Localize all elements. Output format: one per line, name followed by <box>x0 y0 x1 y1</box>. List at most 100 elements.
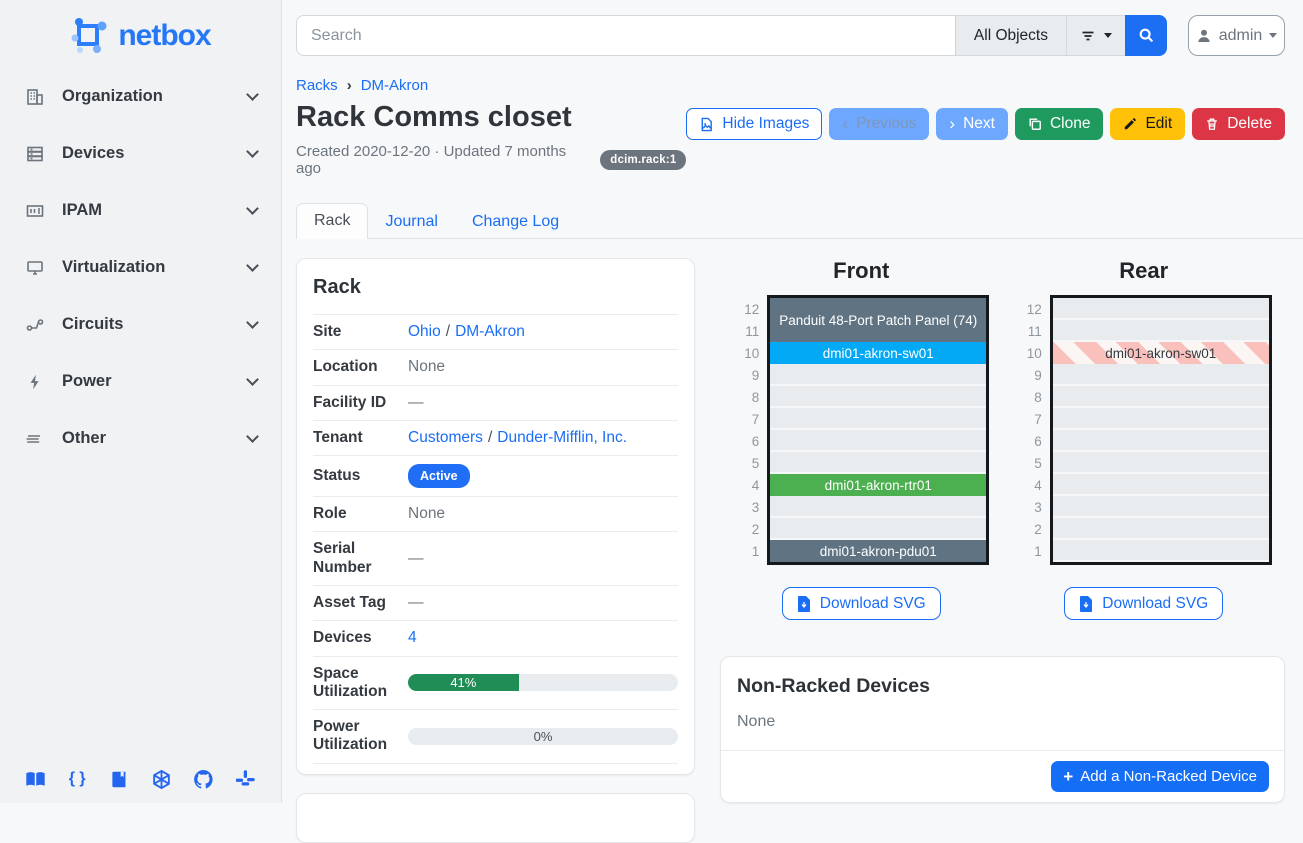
empty-rack-unit[interactable] <box>770 430 986 452</box>
username-label: admin <box>1219 27 1263 45</box>
download-file-icon <box>797 596 811 612</box>
table-row-serial-number: Serial Number — <box>313 532 678 586</box>
empty-rack-unit[interactable] <box>1053 408 1269 430</box>
devices-count-link[interactable]: 4 <box>408 629 417 647</box>
edit-button[interactable]: Edit <box>1110 108 1185 140</box>
empty-rack-unit[interactable] <box>1053 518 1269 540</box>
trash-icon <box>1205 117 1219 131</box>
hide-images-label: Hide Images <box>722 115 809 133</box>
empty-rack-unit[interactable] <box>770 518 986 540</box>
object-id-badge: dcim.rack:1 <box>600 150 686 170</box>
docs-icon[interactable] <box>24 768 46 790</box>
github-icon[interactable] <box>193 768 215 790</box>
empty-rack-unit[interactable] <box>770 364 986 386</box>
pencil-icon <box>1123 117 1137 131</box>
empty-rack-unit[interactable] <box>1053 452 1269 474</box>
sidebar-nav: Organization Devices IPAM <box>0 76 281 459</box>
sidebar-item-other[interactable]: Other <box>24 418 263 459</box>
slack-icon[interactable] <box>235 768 257 790</box>
sidebar-item-label: Organization <box>62 87 248 106</box>
empty-rack-unit[interactable] <box>1053 430 1269 452</box>
community-icon[interactable] <box>151 768 173 790</box>
unit-label: 7 <box>733 408 759 430</box>
rack-elevations: Front 12 11 10 9 8 7 6 5 4 3 <box>720 258 1285 620</box>
row-label: Status <box>313 467 408 485</box>
tab-journal[interactable]: Journal <box>368 205 454 239</box>
row-label: Role <box>313 505 408 523</box>
ip-address-icon <box>24 200 46 222</box>
empty-rack-unit[interactable] <box>770 496 986 518</box>
breadcrumb-racks[interactable]: Racks <box>296 77 338 94</box>
clone-button[interactable]: Clone <box>1015 108 1104 140</box>
breadcrumb-dm-akron[interactable]: DM-Akron <box>361 77 429 94</box>
sidebar-item-label: Circuits <box>62 315 248 334</box>
next-button[interactable]: › Next <box>936 108 1008 140</box>
empty-rack-unit[interactable] <box>1053 386 1269 408</box>
search-submit-button[interactable] <box>1125 15 1167 56</box>
netbox-logo[interactable]: netbox <box>0 14 281 58</box>
rack-device-sw01-front[interactable]: dmi01-akron-sw01 <box>770 342 986 364</box>
search-input[interactable] <box>296 15 955 56</box>
chevron-down-icon <box>246 373 259 386</box>
previous-button[interactable]: ‹ Previous <box>829 108 929 140</box>
api-braces-icon[interactable]: { } <box>66 768 88 790</box>
search-filter-button[interactable] <box>1066 15 1125 56</box>
rack-device-pdu01[interactable]: dmi01-akron-pdu01 <box>770 540 986 562</box>
user-menu-button[interactable]: admin <box>1188 15 1285 56</box>
sidebar-item-power[interactable]: Power <box>24 361 263 402</box>
sidebar-item-circuits[interactable]: Circuits <box>24 304 263 345</box>
page-title: Rack Comms closet <box>296 98 686 136</box>
tenant-group-link[interactable]: Customers <box>408 429 483 447</box>
sidebar-footer: { } <box>0 768 281 790</box>
tab-rack[interactable]: Rack <box>296 203 368 239</box>
panel-title: Rack <box>313 276 678 299</box>
site-group-link[interactable]: DM-Akron <box>455 323 525 341</box>
sidebar-item-ipam[interactable]: IPAM <box>24 190 263 231</box>
global-search: All Objects <box>296 15 1167 56</box>
power-utilization-bar: 0% <box>408 728 678 745</box>
download-svg-label: Download SVG <box>1102 595 1208 613</box>
empty-rack-unit[interactable] <box>1053 364 1269 386</box>
unit-label: 2 <box>733 518 759 540</box>
unit-label: 8 <box>1016 386 1042 408</box>
chevron-down-icon <box>246 259 259 272</box>
empty-rack-unit[interactable] <box>1053 474 1269 496</box>
lightning-icon <box>24 371 46 393</box>
empty-rack-unit[interactable] <box>1053 540 1269 562</box>
sidebar-item-virtualization[interactable]: Virtualization <box>24 247 263 288</box>
search-scope-select[interactable]: All Objects <box>955 15 1066 56</box>
sidebar-item-label: Other <box>62 429 248 448</box>
topbar: All Objects admin <box>282 0 1303 56</box>
unit-label: 6 <box>733 430 759 452</box>
tab-change-log[interactable]: Change Log <box>455 205 576 239</box>
journal-icon[interactable] <box>108 768 130 790</box>
empty-rack-unit[interactable] <box>770 452 986 474</box>
rear-elevation: Rear 12 11 10 9 8 7 6 5 4 3 <box>1003 258 1286 620</box>
site-link[interactable]: Ohio <box>408 323 441 341</box>
row-label: Devices <box>313 629 408 647</box>
add-non-racked-device-button[interactable]: + Add a Non-Racked Device <box>1051 761 1269 792</box>
empty-rack-unit[interactable] <box>1053 298 1269 320</box>
rack-device-sw01-rear[interactable]: dmi01-akron-sw01 <box>1053 342 1269 364</box>
empty-rack-unit[interactable] <box>770 386 986 408</box>
table-row-site: Site Ohio / DM-Akron <box>313 315 678 350</box>
next-panel-partial <box>296 793 695 843</box>
sidebar-item-organization[interactable]: Organization <box>24 76 263 117</box>
tenant-link[interactable]: Dunder-Mifflin, Inc. <box>497 429 627 447</box>
empty-rack-unit[interactable] <box>1053 320 1269 342</box>
download-svg-rear-button[interactable]: Download SVG <box>1064 587 1223 620</box>
sidebar-item-devices[interactable]: Devices <box>24 133 263 174</box>
hide-images-button[interactable]: Hide Images <box>686 108 822 140</box>
copy-icon <box>1028 117 1042 131</box>
download-svg-front-button[interactable]: Download SVG <box>782 587 941 620</box>
front-rack-diagram: Panduit 48-Port Patch Panel (74) dmi01-a… <box>767 295 989 565</box>
panel-footer: + Add a Non-Racked Device <box>721 750 1284 802</box>
rear-unit-labels: 12 11 10 9 8 7 6 5 4 3 2 1 <box>1016 295 1042 565</box>
empty-rack-unit[interactable] <box>770 408 986 430</box>
unit-label: 8 <box>733 386 759 408</box>
rack-device-patch-panel[interactable]: Panduit 48-Port Patch Panel (74) <box>770 298 986 342</box>
rack-device-rtr01[interactable]: dmi01-akron-rtr01 <box>770 474 986 496</box>
empty-rack-unit[interactable] <box>1053 496 1269 518</box>
monitor-icon <box>24 257 46 279</box>
delete-button[interactable]: Delete <box>1192 108 1285 140</box>
